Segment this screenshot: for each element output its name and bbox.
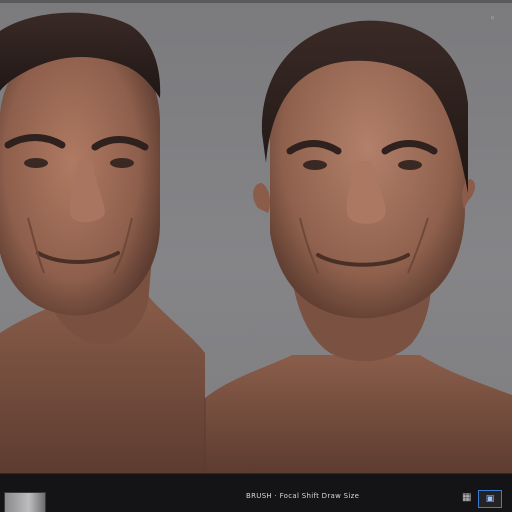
cursor-icon: ◦	[490, 14, 496, 24]
left-bust	[0, 12, 205, 473]
right-bust	[205, 20, 512, 473]
grid-icon[interactable]: ▦	[462, 493, 472, 503]
status-bar: BRUSH · Focal Shift Draw Size ▦ ▣	[0, 473, 512, 512]
render-scene	[0, 12, 512, 473]
material-preview-icon[interactable]	[4, 492, 46, 512]
brush-settings-label: BRUSH · Focal Shift Draw Size	[246, 492, 360, 500]
sculpt-app: ◦ BRUSH · Focal Shift Draw Size ▦ ▣	[0, 0, 512, 512]
dock-icon: ▣	[485, 494, 495, 504]
viewport[interactable]: ◦	[0, 3, 512, 473]
dock-button[interactable]: ▣	[478, 490, 502, 508]
